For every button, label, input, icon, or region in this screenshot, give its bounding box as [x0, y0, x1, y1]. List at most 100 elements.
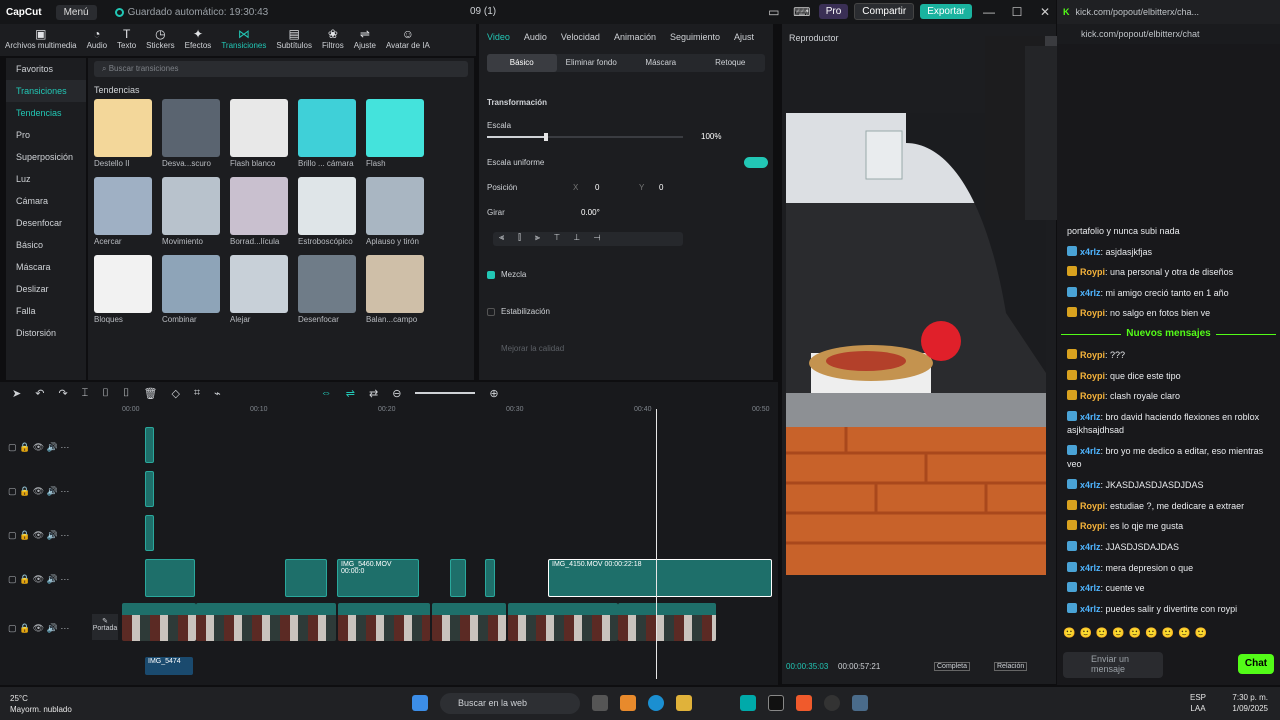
uniform-scale-toggle[interactable]: [744, 157, 768, 168]
track-controls[interactable]: ▢ 🔒 👁 🔊 ⋯: [8, 530, 69, 541]
video-clip[interactable]: [145, 559, 195, 597]
subtab-remove-bg[interactable]: Eliminar fondo: [557, 54, 627, 72]
track-controls[interactable]: ▢ 🔒 👁 🔊 ⋯: [8, 486, 69, 497]
nav-camera[interactable]: Cámara: [6, 190, 86, 212]
tab-audio[interactable]: Audio: [524, 32, 547, 42]
chat-url[interactable]: kick.com/popout/elbitterx/cha...: [1076, 7, 1200, 17]
copilot-icon[interactable]: [620, 695, 636, 711]
tool-media[interactable]: ▣ Archivos multimedia: [0, 24, 82, 56]
nav-transitions[interactable]: Transiciones: [6, 80, 86, 102]
tool-audio[interactable]: ◔ Audio: [82, 24, 112, 56]
overlay-clip[interactable]: [145, 427, 154, 463]
subtab-retouch[interactable]: Retoque: [696, 54, 766, 72]
transition-card[interactable]: Bloques: [94, 255, 152, 327]
audio-clip[interactable]: IMG_5474: [145, 657, 193, 675]
redo-icon[interactable]: ↷: [58, 387, 67, 400]
scale-slider[interactable]: [487, 133, 683, 141]
nav-mask[interactable]: Máscara: [6, 256, 86, 278]
zoom-in-icon[interactable]: ⊕: [489, 387, 498, 400]
brave-icon[interactable]: [796, 695, 812, 711]
video-clip[interactable]: [485, 559, 495, 597]
tab-video[interactable]: Video: [487, 32, 510, 42]
playhead[interactable]: [656, 409, 657, 679]
transition-card[interactable]: Movimiento: [162, 177, 220, 249]
nav-slide[interactable]: Deslizar: [6, 278, 86, 300]
video-clip[interactable]: [285, 559, 327, 597]
tab-animation[interactable]: Animación: [614, 32, 656, 42]
video-clip[interactable]: [450, 559, 466, 597]
chat-username[interactable]: x4rlz: [1080, 288, 1101, 298]
store-icon[interactable]: [740, 695, 756, 711]
blend-checkbox[interactable]: [487, 271, 495, 279]
scale-value[interactable]: 100%: [701, 132, 721, 141]
link-icon[interactable]: ⇔: [321, 387, 332, 399]
tool-transitions[interactable]: ⋈ Transiciones: [216, 24, 271, 56]
obs-icon[interactable]: [824, 695, 840, 711]
tab-tracking[interactable]: Seguimiento: [670, 32, 720, 42]
nav-trending[interactable]: Tendencias: [6, 102, 86, 124]
transition-card[interactable]: Aplauso y tirón: [366, 177, 424, 249]
taskview-icon[interactable]: [592, 695, 608, 711]
transitions-search[interactable]: ⌕ Buscar transiciones: [94, 61, 468, 77]
magnet-icon[interactable]: ⇌: [346, 387, 355, 400]
undo-icon[interactable]: ↶: [35, 387, 44, 400]
chat-username[interactable]: x4rlz: [1080, 583, 1101, 593]
full-button[interactable]: Completa: [934, 662, 970, 671]
emote-bar[interactable]: 🙂🙂🙂🙂🙂🙂🙂🙂🙂: [1063, 628, 1273, 644]
transform-heading[interactable]: Transformación: [487, 98, 547, 107]
nav-pro[interactable]: Pro: [6, 124, 86, 146]
track-controls[interactable]: ▢ 🔒 👁 🔊 ⋯: [8, 623, 69, 634]
share-button[interactable]: Compartir: [854, 3, 915, 20]
scale-knob[interactable]: [543, 133, 548, 141]
nav-overlay[interactable]: Superposición: [6, 146, 86, 168]
close-icon[interactable]: ✕: [1034, 5, 1056, 19]
zoom-out-icon[interactable]: ⊖: [392, 387, 401, 400]
transition-card[interactable]: Acercar: [94, 177, 152, 249]
split-left-icon[interactable]: ⌷: [102, 387, 109, 400]
split-icon[interactable]: ⌶: [82, 387, 89, 400]
transition-card[interactable]: Combinar: [162, 255, 220, 327]
send-chat-button[interactable]: Chat: [1238, 654, 1274, 674]
main-clip[interactable]: IMG_4155.MOV 00:00:: [618, 603, 716, 641]
transition-card[interactable]: Balan...campo: [366, 255, 424, 327]
tab-speed[interactable]: Velocidad: [561, 32, 600, 42]
video-clip[interactable]: IMG_5460.MOV 00:00:0: [337, 559, 419, 597]
main-clip[interactable]: IMG_4144.MOV: [432, 603, 506, 641]
delete-icon[interactable]: 🗑: [143, 387, 157, 400]
nav-basic[interactable]: Básico: [6, 234, 86, 256]
transition-card[interactable]: Destello II: [94, 99, 152, 171]
ratio-button[interactable]: Relación: [994, 662, 1028, 671]
pos-x-value[interactable]: 0: [595, 183, 599, 192]
transition-card[interactable]: Alejar: [230, 255, 288, 327]
chat-username[interactable]: Roypi: [1080, 501, 1105, 511]
chat-input[interactable]: Enviar un mensaje: [1063, 652, 1163, 678]
layout-icon[interactable]: ▭: [763, 5, 785, 19]
overlay-clip[interactable]: [145, 471, 154, 507]
subtab-basic[interactable]: Básico: [487, 54, 557, 72]
chat-username[interactable]: x4rlz: [1080, 480, 1101, 490]
transition-card[interactable]: Desenfocar: [298, 255, 356, 327]
preview-icon[interactable]: ⇄: [369, 387, 378, 400]
subtab-mask[interactable]: Máscara: [626, 54, 696, 72]
explorer-icon[interactable]: [676, 695, 692, 711]
nav-favorites[interactable]: Favoritos: [6, 58, 86, 80]
chat-username[interactable]: Roypi: [1080, 391, 1105, 401]
maximize-icon[interactable]: ☐: [1006, 5, 1028, 19]
main-clip[interactable]: IMG_5770.MOV 00:00:07:08: [338, 603, 430, 641]
tool-text[interactable]: T Texto: [112, 24, 141, 56]
shortcut-icon[interactable]: ⌨: [791, 5, 813, 19]
language-indicator[interactable]: ESP LAA: [1190, 692, 1206, 714]
transition-card[interactable]: Brillo ... cámara: [298, 99, 356, 171]
split-right-icon[interactable]: ⌷: [123, 387, 130, 400]
chat-username[interactable]: Roypi: [1080, 371, 1105, 381]
tool-adjust[interactable]: ⇌ Ajuste: [349, 24, 381, 56]
stabilize-checkbox[interactable]: [487, 308, 495, 316]
align-buttons[interactable]: ⫷⫿⫸⊤⊥⊣: [493, 232, 683, 246]
main-clip[interactable]: IMG_5754: [196, 603, 336, 641]
minimize-icon[interactable]: —: [978, 5, 1000, 19]
overlay-clip[interactable]: [145, 515, 154, 551]
speed-icon[interactable]: ⌁: [214, 387, 221, 400]
main-clip[interactable]: IMG_4154.MOV 00:00:08:20: [508, 603, 618, 641]
menu-button[interactable]: Menú: [55, 4, 97, 20]
tool-ai-avatar[interactable]: ☺ Avatar de IA: [381, 24, 435, 56]
